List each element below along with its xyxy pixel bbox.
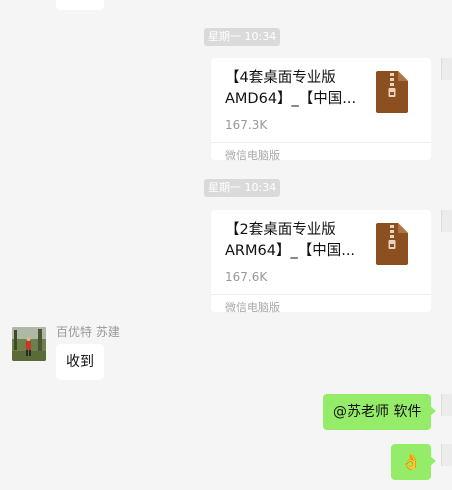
own-avatar-edge [441,394,452,416]
file-message-card[interactable]: 【2套桌面专业版 ARM64】_【中国... 167.6K 微信电脑版 [211,210,431,314]
file-size: 167.6K [225,270,268,284]
previous-message-bubble[interactable] [56,0,104,10]
sent-message-bubble[interactable]: @苏老师 软件 [323,394,437,430]
file-source: 微信电脑版 [225,301,280,314]
own-avatar-edge [441,444,452,466]
ok-hand-emoji-icon: 👌 [401,452,421,471]
own-avatar-edge [441,58,452,80]
file-name-line-2: ARM64】_【中国... [225,243,356,259]
file-size: 167.3K [225,118,268,132]
file-name-line-1: 【4套桌面专业版 [225,70,336,86]
message-timestamp: 星期一 10:34 [204,28,281,46]
zip-file-icon [376,71,408,113]
own-avatar-edge [441,210,452,232]
card-divider [211,142,431,143]
file-source: 微信电脑版 [225,149,280,162]
sent-emoji-bubble[interactable]: 👌 [391,444,436,480]
file-name: 【2套桌面专业版 ARM64】_【中国... [225,220,365,262]
avatar-photo [12,327,46,361]
file-name: 【4套桌面专业版 AMD64】_【中国... [225,68,365,110]
sender-avatar[interactable] [12,327,46,361]
card-divider [211,294,431,295]
received-message-bubble[interactable]: 收到 [56,344,104,380]
file-name-line-2: AMD64】_【中国... [225,91,357,107]
file-name-line-1: 【2套桌面专业版 [225,222,336,238]
sender-name: 百优特 苏建 [56,325,120,339]
file-message-card[interactable]: 【4套桌面专业版 AMD64】_【中国... 167.3K 微信电脑版 [211,58,431,162]
zip-file-icon [376,223,408,265]
message-timestamp: 星期一 10:34 [204,179,281,197]
